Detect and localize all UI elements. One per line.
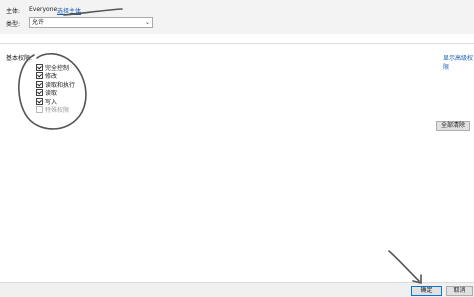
checkbox[interactable]: [36, 63, 43, 71]
clear-all-button[interactable]: 全部清除: [436, 121, 470, 131]
section-divider: [0, 43, 474, 44]
ok-button[interactable]: 确定: [411, 286, 442, 296]
checkbox[interactable]: [36, 89, 43, 97]
show-advanced-permissions-link[interactable]: 显示高级权限: [443, 53, 474, 71]
permission-read[interactable]: 读取: [36, 89, 75, 97]
permission-full-control[interactable]: 完全控制: [36, 63, 75, 72]
permission-write[interactable]: 写入: [36, 97, 75, 106]
type-label: 类型:: [6, 21, 21, 28]
principal-value: Everyone: [29, 6, 58, 13]
type-select[interactable]: 允许 ⌄: [29, 17, 153, 28]
type-select-value: 允许: [32, 19, 45, 26]
cancel-button[interactable]: 取消: [446, 286, 473, 296]
checkbox[interactable]: [36, 80, 43, 88]
dialog-footer: [0, 282, 474, 297]
checkbox[interactable]: [36, 97, 43, 105]
handwritten-annotations: [18, 8, 422, 284]
select-principal-link[interactable]: 选择主体: [57, 6, 81, 15]
permission-read-execute[interactable]: 读取和执行: [36, 80, 75, 89]
permission-modify[interactable]: 修改: [36, 72, 75, 80]
permission-list: 完全控制 修改 读取和执行 读取 写入 特殊权限: [36, 63, 75, 114]
permission-special: 特殊权限: [36, 106, 75, 115]
arrow-stroke: [388, 250, 420, 282]
chevron-down-icon: ⌄: [144, 19, 150, 26]
principal-label: 主体:: [6, 8, 21, 15]
basic-permissions-title: 基本权限:: [6, 55, 33, 62]
checkbox[interactable]: [36, 72, 43, 80]
checkbox: [36, 106, 43, 114]
permission-label: 特殊权限: [45, 107, 70, 115]
